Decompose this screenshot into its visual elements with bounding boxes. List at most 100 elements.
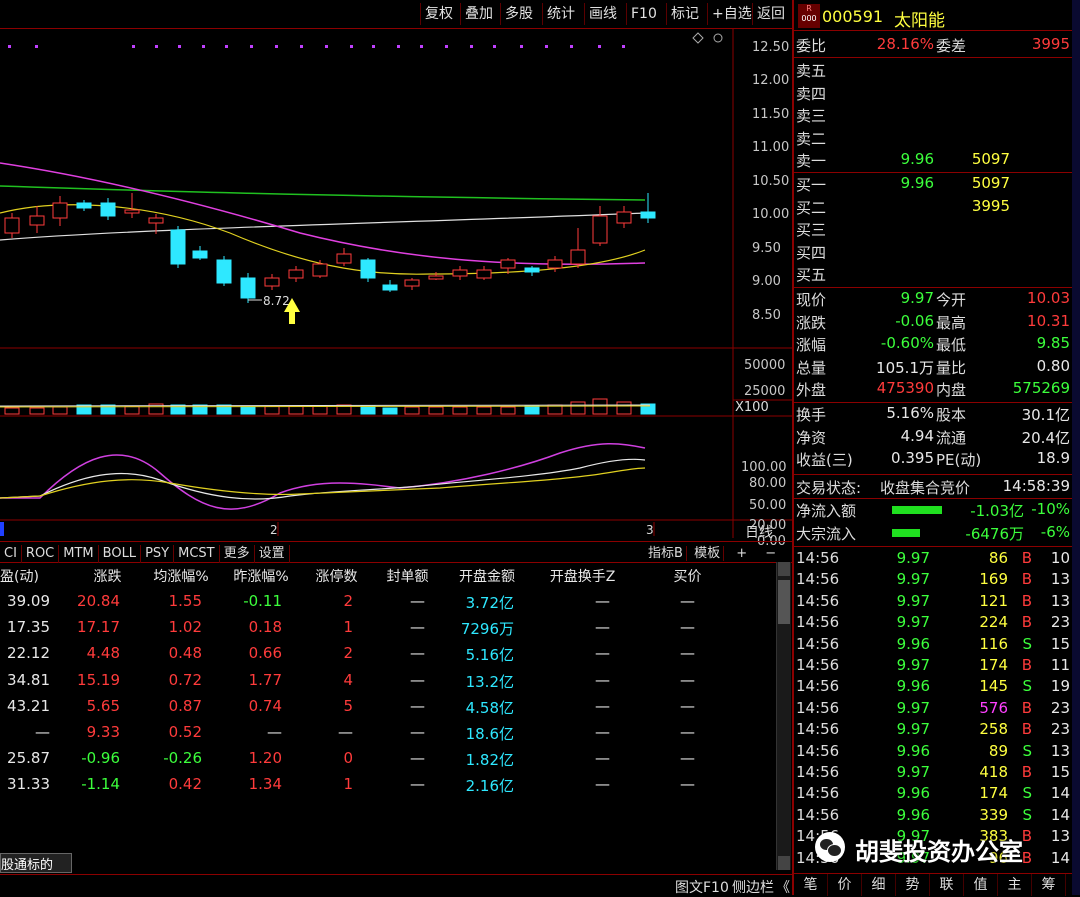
event-dot xyxy=(325,45,328,48)
table-header[interactable]: 昨涨幅% xyxy=(220,566,302,586)
table-row[interactable]: 22.12 4.48 0.48 0.66 2 — 5.16亿 — — xyxy=(0,644,775,668)
tick-price: 9.97 xyxy=(896,720,930,739)
bottom-tab-1[interactable]: 价 xyxy=(828,874,862,896)
table-row[interactable]: 43.21 5.65 0.87 0.74 5 — 4.58亿 — — xyxy=(0,697,775,721)
volume-bar xyxy=(29,407,45,415)
table-header[interactable]: 买价 xyxy=(660,566,715,586)
toolbar-btn-5[interactable]: F10 xyxy=(626,3,661,25)
candle-body xyxy=(4,217,20,234)
zoom-out-button[interactable]: − xyxy=(759,546,782,561)
indicator-tab-psy[interactable]: PSY xyxy=(141,545,175,563)
candle-body xyxy=(100,202,116,217)
circle-icon xyxy=(713,33,723,43)
table-cell: 1.55 xyxy=(168,592,202,610)
candle-body xyxy=(524,267,540,273)
collapse-icon[interactable]: 《 xyxy=(776,877,790,897)
bottom-tab-2[interactable]: 细 xyxy=(862,874,896,896)
scroll-thumb[interactable] xyxy=(778,580,790,624)
tick-price: 9.97 xyxy=(896,656,930,674)
zoom-in-button[interactable]: + xyxy=(728,546,755,561)
diamond-icon xyxy=(692,32,704,44)
candle-body xyxy=(404,279,420,287)
table-header[interactable]: 开盘换手Z xyxy=(535,566,630,586)
table-header[interactable]: 均涨幅% xyxy=(140,566,222,586)
f10-link[interactable]: 图文F10 xyxy=(675,877,729,897)
indicator-tab-ci[interactable]: CI xyxy=(0,545,22,563)
stock-badge: R 000 xyxy=(798,4,820,28)
toolbar-btn-8[interactable]: 返回 xyxy=(752,3,789,25)
bottom-tab-6[interactable]: 主 xyxy=(998,874,1032,896)
table-cell: 25.87 xyxy=(7,749,50,768)
candle-body xyxy=(616,211,632,224)
tick-time: 14:56 xyxy=(796,634,840,653)
toolbar-btn-6[interactable]: 标记 xyxy=(666,3,703,25)
flow-label: 大宗流入 xyxy=(796,525,857,543)
table-cell: — xyxy=(267,723,282,741)
indicator-b-button[interactable]: 指标B xyxy=(645,546,687,561)
scroll-up-icon[interactable] xyxy=(778,562,790,576)
tick-count: 10 xyxy=(1050,549,1070,567)
table-header[interactable]: 开盘金额 xyxy=(440,566,534,586)
indicator-tab-mcst[interactable]: MCST xyxy=(174,545,220,563)
tick-side: B xyxy=(1021,763,1032,781)
table-header[interactable]: 涨停数 xyxy=(300,566,373,586)
table-cell: — xyxy=(410,775,425,794)
table-row[interactable]: 17.35 17.17 1.02 0.18 1 — 7296万 — — xyxy=(0,618,775,642)
watermark: 胡斐投资办公室 xyxy=(815,830,1055,866)
toolbar-btn-7[interactable]: +自选 xyxy=(707,3,756,25)
table-header[interactable]: 盈(动) xyxy=(0,566,50,586)
table-scrollbar[interactable] xyxy=(776,562,791,870)
bottom-tab-3[interactable]: 势 xyxy=(896,874,930,896)
event-dot xyxy=(598,45,601,48)
indicator-tab-更多[interactable]: 更多 xyxy=(220,545,255,563)
table-row[interactable]: — 9.33 0.52 — — — 18.6亿 — — xyxy=(0,723,775,747)
bottom-tab-7[interactable]: 筹 xyxy=(1032,874,1066,896)
sell-level-label: 卖三 xyxy=(796,107,827,126)
table-row[interactable]: 25.87 -0.96 -0.26 1.20 0 — 1.82亿 — — xyxy=(0,749,775,773)
footer-tab-hk-connect[interactable]: 股通标的 xyxy=(0,853,72,873)
scroll-down-icon[interactable] xyxy=(778,856,790,870)
bottom-tab-4[interactable]: 联 xyxy=(930,874,964,896)
table-cell: — xyxy=(410,592,425,610)
table-row[interactable]: 34.81 15.19 0.72 1.77 4 — 13.2亿 — — xyxy=(0,671,775,695)
bottom-tab-5[interactable]: 值 xyxy=(964,874,998,896)
price-tick: 11.00 xyxy=(752,140,790,155)
indicator-tab-设置[interactable]: 设置 xyxy=(255,545,290,563)
table-row[interactable]: 39.09 20.84 1.55 -0.11 2 — 3.72亿 — — xyxy=(0,592,775,616)
candle-body xyxy=(592,215,608,244)
indicator-tab-mtm[interactable]: MTM xyxy=(59,545,99,563)
table-header[interactable]: 涨跌 xyxy=(75,566,140,586)
table-cell: 34.81 xyxy=(7,670,50,689)
volume-bar xyxy=(570,401,586,415)
tick-side: B xyxy=(1021,613,1032,632)
indicator-tab-roc[interactable]: ROC xyxy=(22,545,60,563)
tick-volume: 174 xyxy=(979,784,1008,803)
table-row[interactable]: 31.33 -1.14 0.42 1.34 1 — 2.16亿 — — xyxy=(0,775,775,799)
flow-value: -1.03亿 xyxy=(970,502,1024,520)
toolbar-btn-4[interactable]: 画线 xyxy=(584,3,621,25)
table-cell: 0.66 xyxy=(248,644,282,663)
template-button[interactable]: 模板 xyxy=(691,546,725,561)
tick-price: 9.97 xyxy=(896,698,930,717)
tick-row: 14:56 9.97 418 B 15 xyxy=(794,763,1072,783)
tick-row: 14:56 9.96 174 S 14 xyxy=(794,784,1072,804)
tick-count: 13 xyxy=(1050,591,1070,610)
table-header[interactable]: 封单额 xyxy=(370,566,445,586)
tick-time: 14:56 xyxy=(796,613,840,632)
tick-side: B xyxy=(1021,656,1032,674)
fundamental-value: 0.395 xyxy=(891,449,934,468)
indicator-tab-bar: CI ROC MTM BOLL PSY MCST 更多 设置 指标B 模板 + − xyxy=(0,541,792,563)
toolbar-btn-1[interactable]: 叠加 xyxy=(460,3,497,25)
toolbar-btn-2[interactable]: 多股 xyxy=(500,3,537,25)
quote-value: 105.1万 xyxy=(876,358,934,377)
toolbar-btn-3[interactable]: 统计 xyxy=(542,3,579,25)
event-dot xyxy=(493,45,496,48)
sidebar-link[interactable]: 侧边栏 xyxy=(732,877,774,897)
side-icon-strip[interactable] xyxy=(1072,0,1080,895)
period-label[interactable]: 日线 xyxy=(745,522,773,542)
volume-bar xyxy=(4,407,20,415)
bottom-tab-0[interactable]: 笔 xyxy=(794,874,828,896)
kline-chart[interactable]: 8.72 2 3 xyxy=(0,28,792,538)
indicator-tab-boll[interactable]: BOLL xyxy=(99,545,142,563)
toolbar-btn-0[interactable]: 复权 xyxy=(420,3,457,25)
